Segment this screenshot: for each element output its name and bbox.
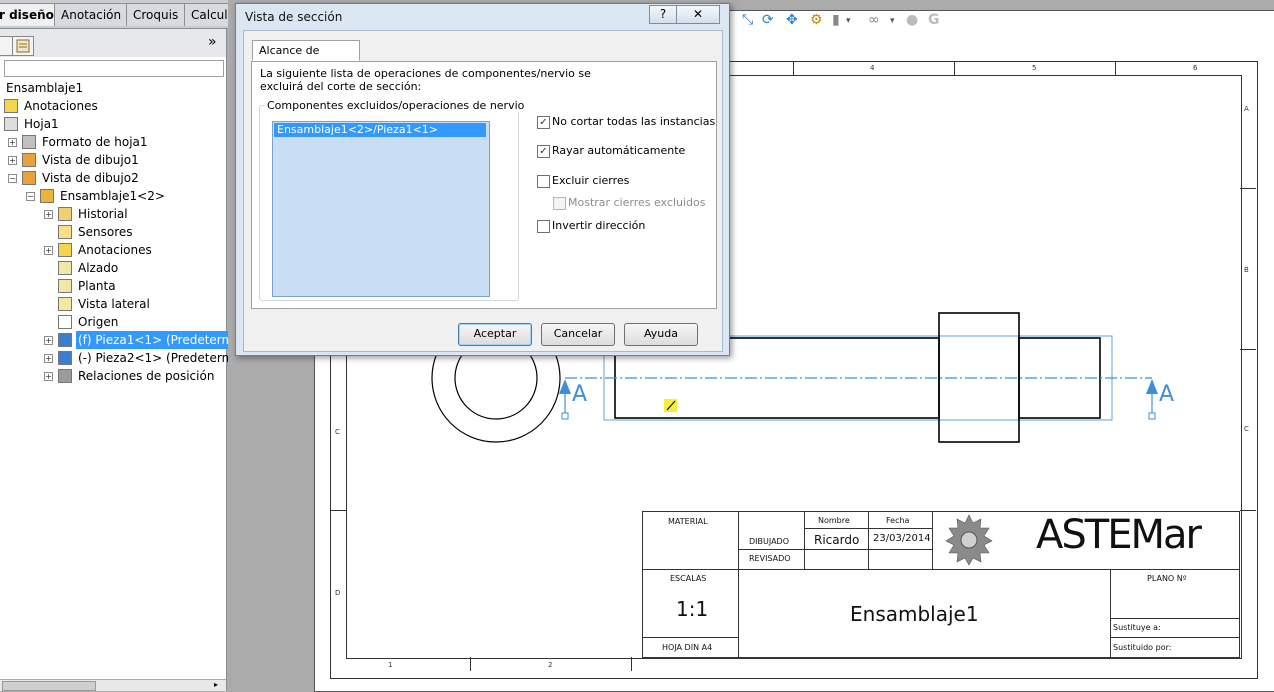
close-button[interactable]: ✕ bbox=[676, 5, 720, 24]
dibujado-fecha: 23/03/2014 bbox=[873, 533, 931, 544]
section-view-dialog: Vista de sección ? ✕ Alcance de sección … bbox=[235, 3, 730, 356]
mostrar-cierres-label[interactable]: Mostrar cierres excluidos bbox=[568, 196, 706, 209]
plano-label: PLANO Nº bbox=[1147, 574, 1187, 583]
escala-value: 1:1 bbox=[676, 597, 709, 621]
excluded-components-list[interactable]: Ensamblaje1<2>/Pieza1<1> bbox=[272, 121, 490, 297]
tab-alcance-de-seccion[interactable]: Alcance de sección bbox=[252, 40, 360, 77]
dibujado-nombre: Ricardo bbox=[814, 533, 860, 547]
no-cortar-label[interactable]: No cortar todas las instancias bbox=[552, 115, 715, 128]
dibujado-label: DIBUJADO bbox=[749, 537, 790, 546]
escalas-label: ESCALAS bbox=[670, 574, 707, 583]
fecha-header: Fecha bbox=[886, 516, 910, 525]
help-caption-button[interactable]: ? bbox=[649, 5, 677, 24]
material-label: MATERIAL bbox=[668, 517, 708, 526]
ok-button[interactable]: Aceptar bbox=[458, 323, 532, 346]
no-cortar-checkbox[interactable]: ✓ bbox=[537, 116, 550, 129]
dialog-title: Vista de sección bbox=[245, 10, 343, 24]
section-label-right: A bbox=[1159, 382, 1175, 407]
excluir-cierres-label[interactable]: Excluir cierres bbox=[552, 174, 629, 187]
revisado-label: REVISADO bbox=[749, 554, 791, 563]
view-anchor-icon[interactable] bbox=[664, 399, 677, 412]
nombre-header: Nombre bbox=[818, 516, 850, 525]
help-button[interactable]: Ayuda bbox=[624, 323, 698, 346]
title-divider bbox=[804, 528, 932, 529]
group-label: Componentes excluidos/operaciones de ner… bbox=[265, 99, 527, 112]
gear-logo-icon bbox=[945, 514, 993, 566]
rayar-checkbox[interactable]: ✓ bbox=[537, 145, 550, 158]
dialog-body: Alcance de sección La siguiente lista de… bbox=[243, 30, 723, 352]
cancel-button[interactable]: Cancelar bbox=[541, 323, 615, 346]
excluir-cierres-checkbox[interactable] bbox=[537, 175, 550, 188]
company-logo-text: ASTEMar bbox=[1036, 512, 1202, 558]
description-line2: excluirá del corte de sección: bbox=[260, 80, 422, 93]
sustituye-label: Sustituye a: bbox=[1113, 623, 1161, 632]
tab-pane: La siguiente lista de operaciones de com… bbox=[251, 61, 717, 309]
section-label-left: A bbox=[572, 382, 588, 407]
description-line1: La siguiente lista de operaciones de com… bbox=[260, 67, 591, 80]
mostrar-cierres-checkbox[interactable] bbox=[553, 197, 566, 210]
list-item[interactable]: Ensamblaje1<2>/Pieza1<1> bbox=[274, 123, 486, 137]
title-divider bbox=[738, 549, 932, 550]
sustituido-label: Sustituido por: bbox=[1113, 643, 1172, 652]
section-arrow-left[interactable] bbox=[559, 379, 571, 420]
section-arrow-right[interactable] bbox=[1146, 379, 1158, 420]
drawing-title: Ensamblaje1 bbox=[850, 602, 979, 626]
invertir-direccion-checkbox[interactable] bbox=[537, 220, 550, 233]
rayar-label[interactable]: Rayar automáticamente bbox=[552, 144, 685, 157]
hoja-label: HOJA DIN A4 bbox=[662, 643, 713, 652]
invertir-direccion-label[interactable]: Invertir dirección bbox=[552, 219, 645, 232]
